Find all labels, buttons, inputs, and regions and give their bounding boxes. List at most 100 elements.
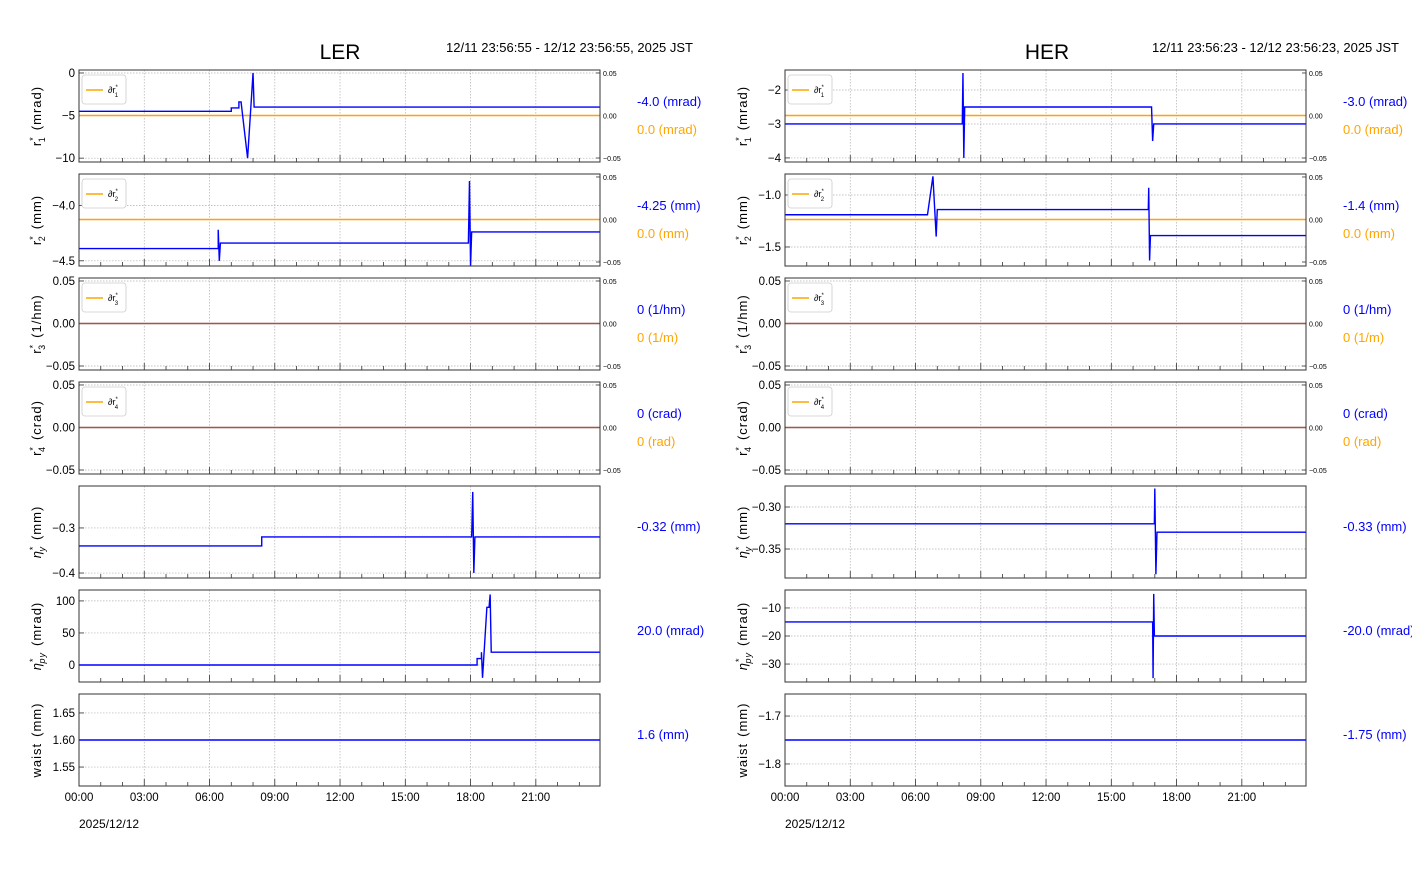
current-value: 20.0 (mrad) [637,623,704,638]
current-value: -0.33 (mm) [1343,519,1407,534]
right-y-tick-label: 0.05 [603,383,617,390]
legend: ∂r* 3 [787,282,833,313]
reference-value: 0.0 (mrad) [1343,122,1403,137]
y-tick-label: −0.05 [752,361,781,373]
reference-value: 0 (1/m) [637,330,678,345]
panel-r1: 0−5−100.050.00−0.05∂r* 1r*1(mrad) -4.0 (mr… [28,68,701,165]
y-axis-label: η*py(mrad) [734,602,753,671]
y-label-sub: 1 [743,136,753,142]
y-tick-label: 0.05 [759,380,781,392]
y-label-unit: (crad) [29,400,44,440]
y-label-unit: (mm) [29,506,44,540]
x-tick-label: 15:00 [1097,792,1126,804]
panel-r4: 0.050.00−0.050.050.00−0.05∂r* 4r*4(crad) 0… [28,380,682,477]
y-tick-label: −10 [55,153,75,165]
her-chart: HER 12/11 23:56:23 - 12/12 23:56:23, 2025… [734,40,1412,831]
right-y-tick-label: 0.05 [1309,383,1323,390]
x-tick-label: 00:00 [771,792,800,804]
legend: ∂r* 2 [81,178,127,209]
beam-parameter-figure: LER 12/11 23:56:55 - 12/12 23:56:55, 2025… [28,40,1412,831]
y-tick-label: −1.5 [758,242,781,254]
y-label-sub: 1 [37,136,47,142]
y-tick-label: −0.30 [752,502,781,514]
time-range: 12/11 23:56:23 - 12/12 23:56:23, 2025 JS… [1152,40,1399,55]
data-line [79,180,600,267]
y-tick-label: 1.65 [53,708,75,720]
y-tick-label: −30 [761,659,781,671]
y-tick-label: −0.05 [752,465,781,477]
right-y-tick-label: 0.05 [603,175,617,182]
chart-title: HER [1025,41,1069,64]
y-tick-label: 0.00 [759,318,781,330]
y-tick-label: −0.05 [46,465,75,477]
y-tick-label: −4 [768,153,782,165]
right-y-tick-label: 0.00 [603,321,617,328]
right-y-tick-label: 0.05 [1309,71,1323,78]
legend: ∂r* 2 [787,178,833,209]
y-label-unit: (crad) [735,400,750,440]
x-tick-label: 03:00 [130,792,159,804]
x-tick-label: 00:00 [65,792,94,804]
y-tick-label: −2 [768,85,781,97]
legend: ∂r* 1 [787,74,833,105]
legend: ∂r* 4 [81,386,127,417]
legend: ∂r* 4 [787,386,833,417]
current-value: 1.6 (mm) [637,727,689,742]
panel-waist: 1.65 1.60 1.55 waist (mm) 1.6 (mm) [29,693,689,787]
right-y-tick-label: 0.00 [1309,425,1323,432]
right-y-tick-label: −0.05 [603,156,621,163]
y-label-unit: (mrad) [735,86,750,130]
x-axis-date-label: 2025/12/12 [785,817,845,831]
current-value: 0 (1/hm) [1343,302,1391,317]
current-value: 0 (crad) [637,406,682,421]
right-y-tick-label: 0.00 [603,425,617,432]
right-y-tick-label: 0.05 [1309,279,1323,286]
data-line [79,491,600,574]
right-y-tick-label: 0.00 [603,113,617,120]
y-label-unit: (mm) [735,506,750,540]
y-axis-label: η*y(mm) [28,506,47,559]
y-tick-label: −1.8 [758,759,781,771]
y-tick-label: −3 [768,119,781,131]
panel-eta-y: −0.3−0.4η*y(mm) -0.32 (mm) [28,485,701,580]
current-value: -1.75 (mm) [1343,727,1407,742]
y-label-unit: (mrad) [29,86,44,130]
ler-chart: LER 12/11 23:56:55 - 12/12 23:56:55, 2025… [28,40,704,831]
y-tick-label: −0.3 [52,523,75,535]
y-label-sub: 3 [37,344,47,350]
y-axis-label: r*4(crad) [734,400,753,456]
plot-frame [78,589,601,683]
y-tick-label: 0.05 [53,276,75,288]
y-tick-label: −0.05 [46,361,75,373]
y-label-sub: py [743,652,753,665]
right-y-tick-label: 0.00 [1309,217,1323,224]
y-label-sub: py [37,652,47,665]
current-value: -4.25 (mm) [637,198,701,213]
time-range: 12/11 23:56:55 - 12/12 23:56:55, 2025 JS… [446,40,693,55]
y-label-unit: (mm) [735,195,750,229]
reference-value: 0 (rad) [637,434,675,449]
y-tick-label: 0 [69,660,75,672]
y-axis-label: r*2(mm) [734,195,753,245]
x-tick-label: 09:00 [966,792,995,804]
y-axis-label: r*2(mm) [28,195,47,245]
reference-value: 0 (rad) [1343,434,1381,449]
y-tick-label: −1.0 [758,190,781,202]
y-tick-label: 50 [62,628,75,640]
y-label-sub: 4 [37,446,47,452]
x-tick-label: 12:00 [1032,792,1061,804]
y-label-symbol: waist [735,743,750,779]
y-axis-label: r*1(mrad) [734,86,753,146]
y-tick-label: 0.00 [759,422,781,434]
x-tick-label: 09:00 [260,792,289,804]
x-tick-label: 12:00 [326,792,355,804]
right-y-tick-label: −0.05 [1309,364,1327,371]
y-label-unit: (mm) [29,703,44,737]
panel-eta-py: 100500η*py(mrad) 20.0 (mrad) [28,589,704,683]
chart-title: LER [320,41,361,64]
y-label-unit: (mm) [735,703,750,737]
panel-r3: 0.050.00−0.050.050.00−0.05∂r* 3r*3(1/hm) 0… [734,276,1391,373]
x-axis-date-label: 2025/12/12 [79,817,139,831]
plot-frame [78,485,601,579]
y-tick-label: −0.4 [52,568,75,580]
